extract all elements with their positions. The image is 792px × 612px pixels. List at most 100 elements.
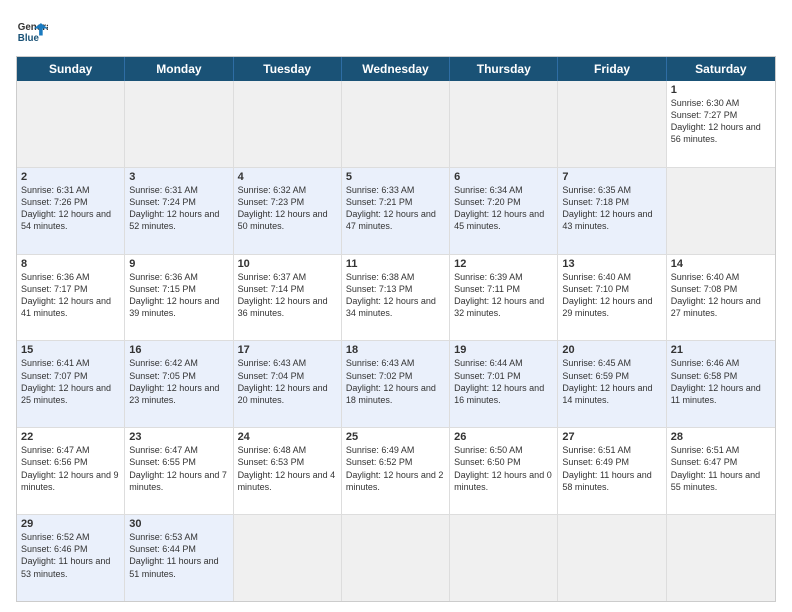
calendar-row-5: 22Sunrise: 6:47 AMSunset: 6:56 PMDayligh… <box>17 428 775 515</box>
header-cell-friday: Friday <box>558 57 666 81</box>
empty-cell <box>342 81 450 167</box>
day-cell-23: 23Sunrise: 6:47 AMSunset: 6:55 PMDayligh… <box>125 428 233 514</box>
day-info: Sunrise: 6:40 AMSunset: 7:08 PMDaylight:… <box>671 271 771 320</box>
day-cell-5: 5Sunrise: 6:33 AMSunset: 7:21 PMDaylight… <box>342 168 450 254</box>
day-info: Sunrise: 6:42 AMSunset: 7:05 PMDaylight:… <box>129 357 228 406</box>
empty-cell <box>558 81 666 167</box>
day-number: 8 <box>21 258 120 270</box>
day-info: Sunrise: 6:39 AMSunset: 7:11 PMDaylight:… <box>454 271 553 320</box>
svg-text:Blue: Blue <box>18 33 40 44</box>
day-cell-26: 26Sunrise: 6:50 AMSunset: 6:50 PMDayligh… <box>450 428 558 514</box>
day-info: Sunrise: 6:36 AMSunset: 7:17 PMDaylight:… <box>21 271 120 320</box>
day-info: Sunrise: 6:35 AMSunset: 7:18 PMDaylight:… <box>562 184 661 233</box>
calendar-body: 1Sunrise: 6:30 AMSunset: 7:27 PMDaylight… <box>17 81 775 601</box>
day-number: 12 <box>454 258 553 270</box>
header-cell-monday: Monday <box>125 57 233 81</box>
day-cell-28: 28Sunrise: 6:51 AMSunset: 6:47 PMDayligh… <box>667 428 775 514</box>
day-cell-1: 1Sunrise: 6:30 AMSunset: 7:27 PMDaylight… <box>667 81 775 167</box>
day-number: 29 <box>21 518 120 530</box>
day-info: Sunrise: 6:41 AMSunset: 7:07 PMDaylight:… <box>21 357 120 406</box>
day-info: Sunrise: 6:37 AMSunset: 7:14 PMDaylight:… <box>238 271 337 320</box>
day-cell-13: 13Sunrise: 6:40 AMSunset: 7:10 PMDayligh… <box>558 255 666 341</box>
calendar-row-6: 29Sunrise: 6:52 AMSunset: 6:46 PMDayligh… <box>17 515 775 601</box>
day-number: 9 <box>129 258 228 270</box>
day-number: 10 <box>238 258 337 270</box>
day-cell-2: 2Sunrise: 6:31 AMSunset: 7:26 PMDaylight… <box>17 168 125 254</box>
day-cell-18: 18Sunrise: 6:43 AMSunset: 7:02 PMDayligh… <box>342 341 450 427</box>
day-info: Sunrise: 6:49 AMSunset: 6:52 PMDaylight:… <box>346 444 445 493</box>
day-cell-29: 29Sunrise: 6:52 AMSunset: 6:46 PMDayligh… <box>17 515 125 601</box>
empty-cell <box>342 515 450 601</box>
empty-cell <box>450 81 558 167</box>
day-cell-12: 12Sunrise: 6:39 AMSunset: 7:11 PMDayligh… <box>450 255 558 341</box>
day-cell-3: 3Sunrise: 6:31 AMSunset: 7:24 PMDaylight… <box>125 168 233 254</box>
day-info: Sunrise: 6:31 AMSunset: 7:26 PMDaylight:… <box>21 184 120 233</box>
day-info: Sunrise: 6:40 AMSunset: 7:10 PMDaylight:… <box>562 271 661 320</box>
day-cell-14: 14Sunrise: 6:40 AMSunset: 7:08 PMDayligh… <box>667 255 775 341</box>
day-number: 4 <box>238 171 337 183</box>
day-info: Sunrise: 6:50 AMSunset: 6:50 PMDaylight:… <box>454 444 553 493</box>
empty-cell <box>667 515 775 601</box>
day-info: Sunrise: 6:33 AMSunset: 7:21 PMDaylight:… <box>346 184 445 233</box>
day-number: 15 <box>21 344 120 356</box>
day-info: Sunrise: 6:48 AMSunset: 6:53 PMDaylight:… <box>238 444 337 493</box>
day-cell-7: 7Sunrise: 6:35 AMSunset: 7:18 PMDaylight… <box>558 168 666 254</box>
day-info: Sunrise: 6:53 AMSunset: 6:44 PMDaylight:… <box>129 531 228 580</box>
empty-cell <box>667 168 775 254</box>
header-cell-tuesday: Tuesday <box>234 57 342 81</box>
header-cell-saturday: Saturday <box>667 57 775 81</box>
header-cell-thursday: Thursday <box>450 57 558 81</box>
logo: General Blue <box>16 16 48 48</box>
empty-cell <box>234 81 342 167</box>
day-info: Sunrise: 6:38 AMSunset: 7:13 PMDaylight:… <box>346 271 445 320</box>
day-cell-6: 6Sunrise: 6:34 AMSunset: 7:20 PMDaylight… <box>450 168 558 254</box>
day-cell-17: 17Sunrise: 6:43 AMSunset: 7:04 PMDayligh… <box>234 341 342 427</box>
calendar-row-4: 15Sunrise: 6:41 AMSunset: 7:07 PMDayligh… <box>17 341 775 428</box>
day-cell-11: 11Sunrise: 6:38 AMSunset: 7:13 PMDayligh… <box>342 255 450 341</box>
day-number: 23 <box>129 431 228 443</box>
day-number: 7 <box>562 171 661 183</box>
day-cell-16: 16Sunrise: 6:42 AMSunset: 7:05 PMDayligh… <box>125 341 233 427</box>
day-info: Sunrise: 6:47 AMSunset: 6:56 PMDaylight:… <box>21 444 120 493</box>
header-cell-sunday: Sunday <box>17 57 125 81</box>
day-number: 5 <box>346 171 445 183</box>
day-number: 6 <box>454 171 553 183</box>
day-number: 14 <box>671 258 771 270</box>
day-info: Sunrise: 6:43 AMSunset: 7:04 PMDaylight:… <box>238 357 337 406</box>
day-cell-22: 22Sunrise: 6:47 AMSunset: 6:56 PMDayligh… <box>17 428 125 514</box>
day-cell-25: 25Sunrise: 6:49 AMSunset: 6:52 PMDayligh… <box>342 428 450 514</box>
day-info: Sunrise: 6:34 AMSunset: 7:20 PMDaylight:… <box>454 184 553 233</box>
day-cell-15: 15Sunrise: 6:41 AMSunset: 7:07 PMDayligh… <box>17 341 125 427</box>
calendar-row-2: 2Sunrise: 6:31 AMSunset: 7:26 PMDaylight… <box>17 168 775 255</box>
day-info: Sunrise: 6:52 AMSunset: 6:46 PMDaylight:… <box>21 531 120 580</box>
day-number: 20 <box>562 344 661 356</box>
calendar: SundayMondayTuesdayWednesdayThursdayFrid… <box>16 56 776 602</box>
header-cell-wednesday: Wednesday <box>342 57 450 81</box>
day-cell-19: 19Sunrise: 6:44 AMSunset: 7:01 PMDayligh… <box>450 341 558 427</box>
day-info: Sunrise: 6:30 AMSunset: 7:27 PMDaylight:… <box>671 97 771 146</box>
day-number: 21 <box>671 344 771 356</box>
empty-cell <box>234 515 342 601</box>
day-cell-4: 4Sunrise: 6:32 AMSunset: 7:23 PMDaylight… <box>234 168 342 254</box>
empty-cell <box>17 81 125 167</box>
day-number: 19 <box>454 344 553 356</box>
day-info: Sunrise: 6:47 AMSunset: 6:55 PMDaylight:… <box>129 444 228 493</box>
day-cell-21: 21Sunrise: 6:46 AMSunset: 6:58 PMDayligh… <box>667 341 775 427</box>
day-number: 25 <box>346 431 445 443</box>
day-info: Sunrise: 6:44 AMSunset: 7:01 PMDaylight:… <box>454 357 553 406</box>
day-info: Sunrise: 6:45 AMSunset: 6:59 PMDaylight:… <box>562 357 661 406</box>
day-cell-20: 20Sunrise: 6:45 AMSunset: 6:59 PMDayligh… <box>558 341 666 427</box>
day-info: Sunrise: 6:51 AMSunset: 6:49 PMDaylight:… <box>562 444 661 493</box>
day-info: Sunrise: 6:32 AMSunset: 7:23 PMDaylight:… <box>238 184 337 233</box>
calendar-row-3: 8Sunrise: 6:36 AMSunset: 7:17 PMDaylight… <box>17 255 775 342</box>
empty-cell <box>558 515 666 601</box>
day-number: 28 <box>671 431 771 443</box>
day-number: 24 <box>238 431 337 443</box>
day-number: 17 <box>238 344 337 356</box>
day-number: 2 <box>21 171 120 183</box>
day-cell-8: 8Sunrise: 6:36 AMSunset: 7:17 PMDaylight… <box>17 255 125 341</box>
day-number: 26 <box>454 431 553 443</box>
day-number: 30 <box>129 518 228 530</box>
calendar-header: SundayMondayTuesdayWednesdayThursdayFrid… <box>17 57 775 81</box>
calendar-row-1: 1Sunrise: 6:30 AMSunset: 7:27 PMDaylight… <box>17 81 775 168</box>
